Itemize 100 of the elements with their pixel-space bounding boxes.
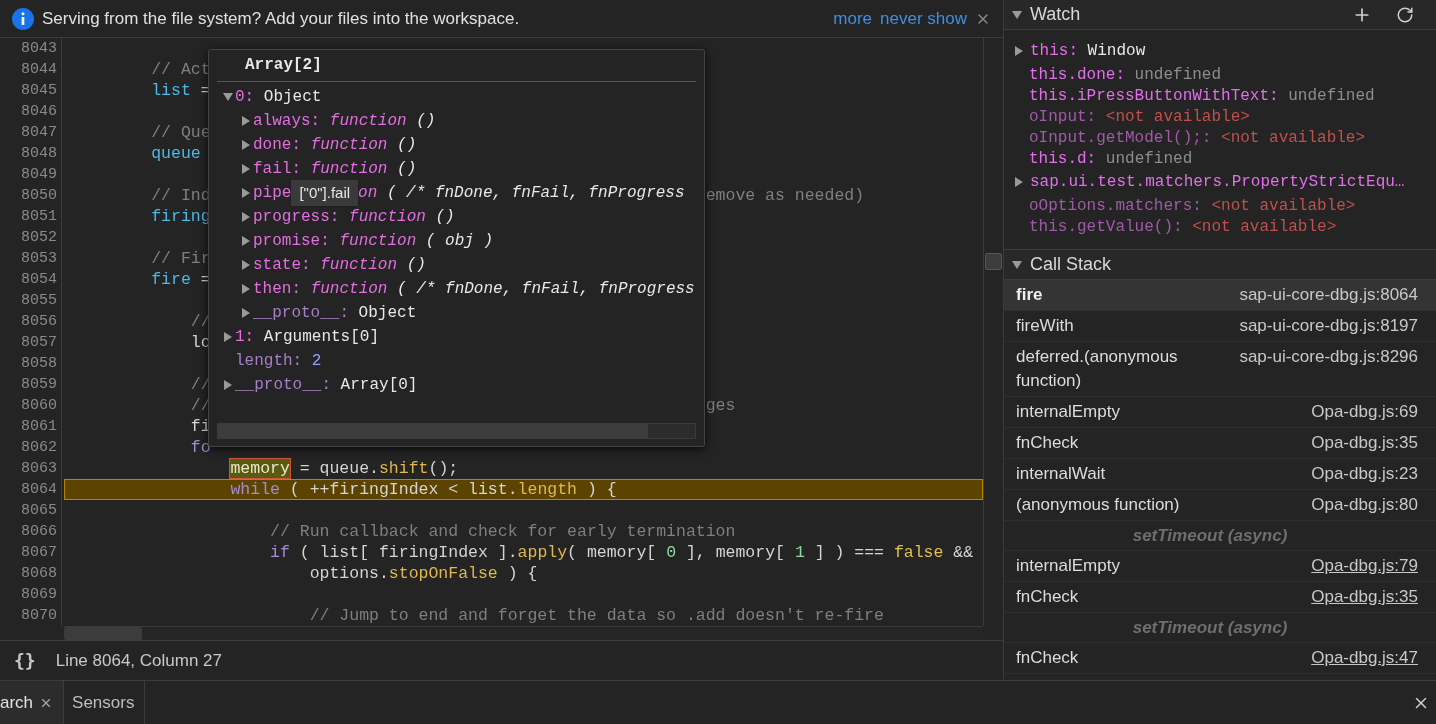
collapsed-triangle-icon[interactable]: [241, 140, 251, 150]
line-number: 8055: [21, 292, 57, 309]
property-value: function ( /* fnDone, fnFail, fnProgress: [309, 279, 695, 300]
line-number: 8065: [21, 502, 57, 519]
collapsed-triangle-icon[interactable]: [1014, 177, 1024, 187]
line-number: 8049: [21, 166, 57, 183]
watch-value: undefined: [1104, 148, 1193, 170]
collapsed-triangle-icon[interactable]: [223, 332, 233, 342]
code-text: if ( list[ firingIndex ].apply( memory[ 0 ], memory[ 1 ] ) === false &&: [270, 543, 974, 562]
line-number: 8046: [21, 103, 57, 120]
tab-label: arch: [0, 691, 34, 714]
property-value: Object: [262, 87, 322, 108]
line-number: 8067: [21, 544, 57, 561]
section-title: Call Stack: [1030, 253, 1112, 276]
source-link[interactable]: Opa-dbg.js:79: [1311, 554, 1418, 578]
expanded-triangle-icon[interactable]: [1012, 9, 1022, 20]
call-frame[interactable]: internalWait Opa-dbg.js:23: [1004, 459, 1436, 490]
line-number: 8063: [21, 460, 57, 477]
refresh-icon[interactable]: [1396, 5, 1414, 24]
function-name: internalWait: [1016, 463, 1106, 485]
watch-value: <not available>: [1191, 216, 1337, 238]
horizontal-scrollbar[interactable]: [64, 626, 983, 640]
watch-value: <not available>: [1220, 127, 1366, 149]
expanded-triangle-icon[interactable]: [1012, 259, 1022, 270]
pretty-print-button[interactable]: {}: [14, 647, 36, 674]
line-number: 8044: [21, 61, 57, 78]
banner-link[interactable]: never show: [880, 5, 967, 32]
collapsed-triangle-icon[interactable]: [223, 380, 233, 390]
source-location: sap-ui-core-dbg.js:8296: [1239, 346, 1418, 368]
call-frame[interactable]: fireWith sap-ui-core-dbg.js:8197: [1004, 311, 1436, 342]
function-name: internalEmpty: [1016, 555, 1120, 577]
banner-link[interactable]: more: [833, 5, 873, 32]
source-link[interactable]: Opa-dbg.js:35: [1311, 585, 1418, 609]
code-text: // Act: [151, 60, 211, 79]
vertical-scrollbar[interactable]: [983, 38, 1003, 626]
call-frame[interactable]: fire sap-ui-core-dbg.js:8064: [1004, 280, 1436, 311]
line-number: 8043: [21, 40, 57, 57]
function-name: fnCheck: [1016, 432, 1079, 454]
collapsed-triangle-icon[interactable]: [241, 284, 251, 294]
watch-expression: oOptions.matchers:: [1029, 195, 1202, 217]
source-link[interactable]: Opa-dbg.js:47: [1311, 646, 1418, 670]
function-name: fire: [1016, 284, 1043, 306]
call-frame[interactable]: internalEmpty Opa-dbg.js:79: [1004, 551, 1436, 582]
code-text: // Fir: [151, 249, 211, 268]
function-name: fnCheck: [1016, 586, 1079, 608]
watch-value: <not available>: [1104, 106, 1250, 128]
line-number: 8054: [21, 271, 57, 288]
property-value: function (): [319, 255, 426, 276]
call-frame[interactable]: fnCheck Opa-dbg.js:47: [1004, 643, 1436, 674]
collapsed-triangle-icon[interactable]: [241, 212, 251, 222]
function-name: fnCheck: [1016, 647, 1079, 669]
call-frame[interactable]: fnCheck Opa-dbg.js:35: [1004, 582, 1436, 613]
line-number: 8062: [21, 439, 57, 456]
call-stack-header[interactable]: Call Stack: [1004, 250, 1436, 280]
watch-expression: this.iPressButtonWithText:: [1029, 85, 1279, 107]
section-title: Watch: [1030, 3, 1082, 26]
drawer-tab[interactable]: arch: [0, 681, 65, 724]
call-frame[interactable]: (anonymous function) Opa-dbg.js:80: [1004, 490, 1436, 521]
property-value: Array[0]: [339, 375, 418, 396]
property-name: state:: [253, 255, 311, 276]
watch-expression: oInput:: [1029, 106, 1097, 128]
collapsed-triangle-icon[interactable]: [241, 164, 251, 174]
property-name: progress:: [253, 207, 340, 228]
source-location: sap-ui-core-dbg.js:8064: [1239, 284, 1418, 306]
line-number: 8050: [21, 187, 57, 204]
call-frame[interactable]: internalEmpty Opa-dbg.js:69: [1004, 397, 1436, 428]
expanded-triangle-icon[interactable]: [223, 92, 233, 102]
source-location: Opa-dbg.js:69: [1311, 401, 1418, 423]
line-number: 8048: [21, 145, 57, 162]
source-location: Opa-dbg.js:35: [1311, 432, 1418, 454]
collapsed-triangle-icon[interactable]: [241, 116, 251, 126]
collapsed-triangle-icon[interactable]: [1014, 46, 1024, 56]
line-number: 8060: [21, 397, 57, 414]
watch-value: undefined: [1133, 64, 1222, 86]
line-number: 8051: [21, 208, 57, 225]
watch-expression: this.done:: [1029, 64, 1125, 86]
horizontal-scrollbar[interactable]: [217, 423, 696, 439]
line-number: 8053: [21, 250, 57, 267]
property-name: promise:: [253, 231, 330, 252]
source-location: Opa-dbg.js:80: [1311, 494, 1418, 516]
code-text: fi: [190, 417, 211, 436]
collapsed-triangle-icon[interactable]: [241, 188, 251, 198]
collapsed-triangle-icon[interactable]: [241, 260, 251, 270]
collapsed-triangle-icon[interactable]: [241, 308, 251, 318]
call-frame[interactable]: deferred.(anonymous function) sap-ui-core-dbg.js:8296: [1004, 342, 1436, 397]
code-text: // Jump to end and forget the data so .add doesn't re-fire: [309, 606, 884, 625]
watch-value: <not available>: [1210, 195, 1356, 217]
collapsed-triangle-icon[interactable]: [241, 236, 251, 246]
banner-message: Serving from the file system? Add your files into the workspace.: [42, 7, 521, 30]
watch-header[interactable]: Watch: [1004, 0, 1436, 30]
code-text: queue: [151, 144, 201, 163]
code-text: while ( ++firingIndex < list.length ) {: [230, 480, 617, 499]
property-name: 0:: [235, 87, 255, 108]
drawer-tab[interactable]: Sensors: [64, 681, 146, 724]
property-name: then:: [253, 279, 301, 300]
call-frame[interactable]: fnCheck Opa-dbg.js:35: [1004, 428, 1436, 459]
line-number: 8066: [21, 523, 57, 540]
line-number: 8047: [21, 124, 57, 141]
line-number: 8052: [21, 229, 57, 246]
line-number: 8068: [21, 565, 57, 582]
